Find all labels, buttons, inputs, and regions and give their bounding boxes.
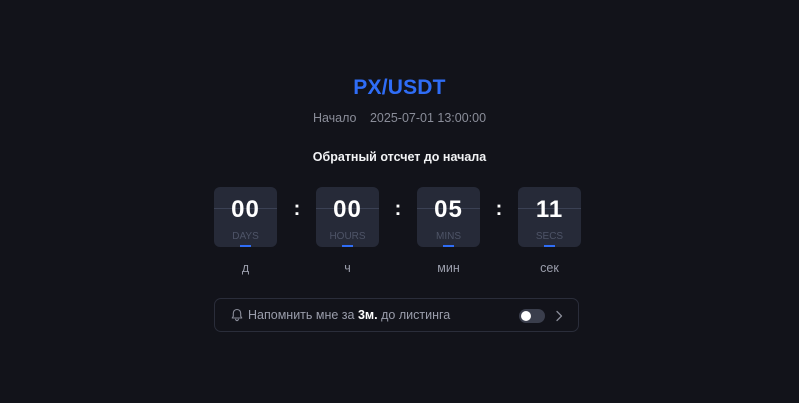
reminder-lead-time: 3м. (357, 308, 378, 322)
listing-countdown-page: PX/USDT Начало 2025-07-01 13:00:00 Обрат… (0, 0, 799, 403)
tile-accent-bar (240, 245, 251, 247)
mins-unit-ru: мин (437, 261, 460, 275)
countdown-secs-tile: 11 SECS (518, 187, 581, 247)
tile-accent-bar (443, 245, 454, 247)
hours-value: 00 (333, 196, 362, 223)
tile-accent-bar (544, 245, 555, 247)
countdown-heading: Обратный отсчет до начала (312, 150, 487, 164)
reminder-suffix: до листинга (377, 308, 451, 322)
reminder-prefix: Напомнить мне за (248, 308, 358, 322)
days-value: 00 (231, 196, 260, 223)
start-time-row: Начало 2025-07-01 13:00:00 (0, 111, 799, 125)
countdown-separator: : (495, 198, 503, 220)
hours-unit-en: HOURS (329, 231, 366, 242)
start-datetime: 2025-07-01 13:00:00 (369, 111, 487, 125)
days-unit-en: DAYS (232, 231, 259, 242)
countdown-hours-tile: 00 HOURS (316, 187, 379, 247)
countdown-separator: : (394, 198, 402, 220)
reminder-text: Напомнить мне за 3м. до листинга (248, 308, 450, 322)
countdown-days-tile: 00 DAYS (214, 187, 277, 247)
days-unit-ru: д (241, 261, 250, 275)
bell-icon (231, 308, 243, 322)
tile-accent-bar (342, 245, 353, 247)
countdown-mins-tile: 05 MINS (417, 187, 480, 247)
countdown-separator: : (293, 198, 301, 220)
reminder-toggle[interactable] (519, 309, 545, 323)
secs-value: 11 (535, 196, 564, 223)
pair-title: PX/USDT (353, 76, 446, 99)
secs-unit-ru: сек (540, 261, 559, 275)
start-label: Начало (312, 111, 357, 125)
listing-reminder-bar[interactable]: Напомнить мне за 3м. до листинга (214, 298, 579, 332)
secs-unit-en: SECS (535, 231, 564, 242)
mins-unit-en: MINS (436, 231, 461, 242)
hours-unit-ru: ч (344, 261, 351, 275)
toggle-knob (521, 311, 531, 321)
mins-value: 05 (434, 196, 463, 223)
chevron-right-icon[interactable] (554, 309, 564, 323)
